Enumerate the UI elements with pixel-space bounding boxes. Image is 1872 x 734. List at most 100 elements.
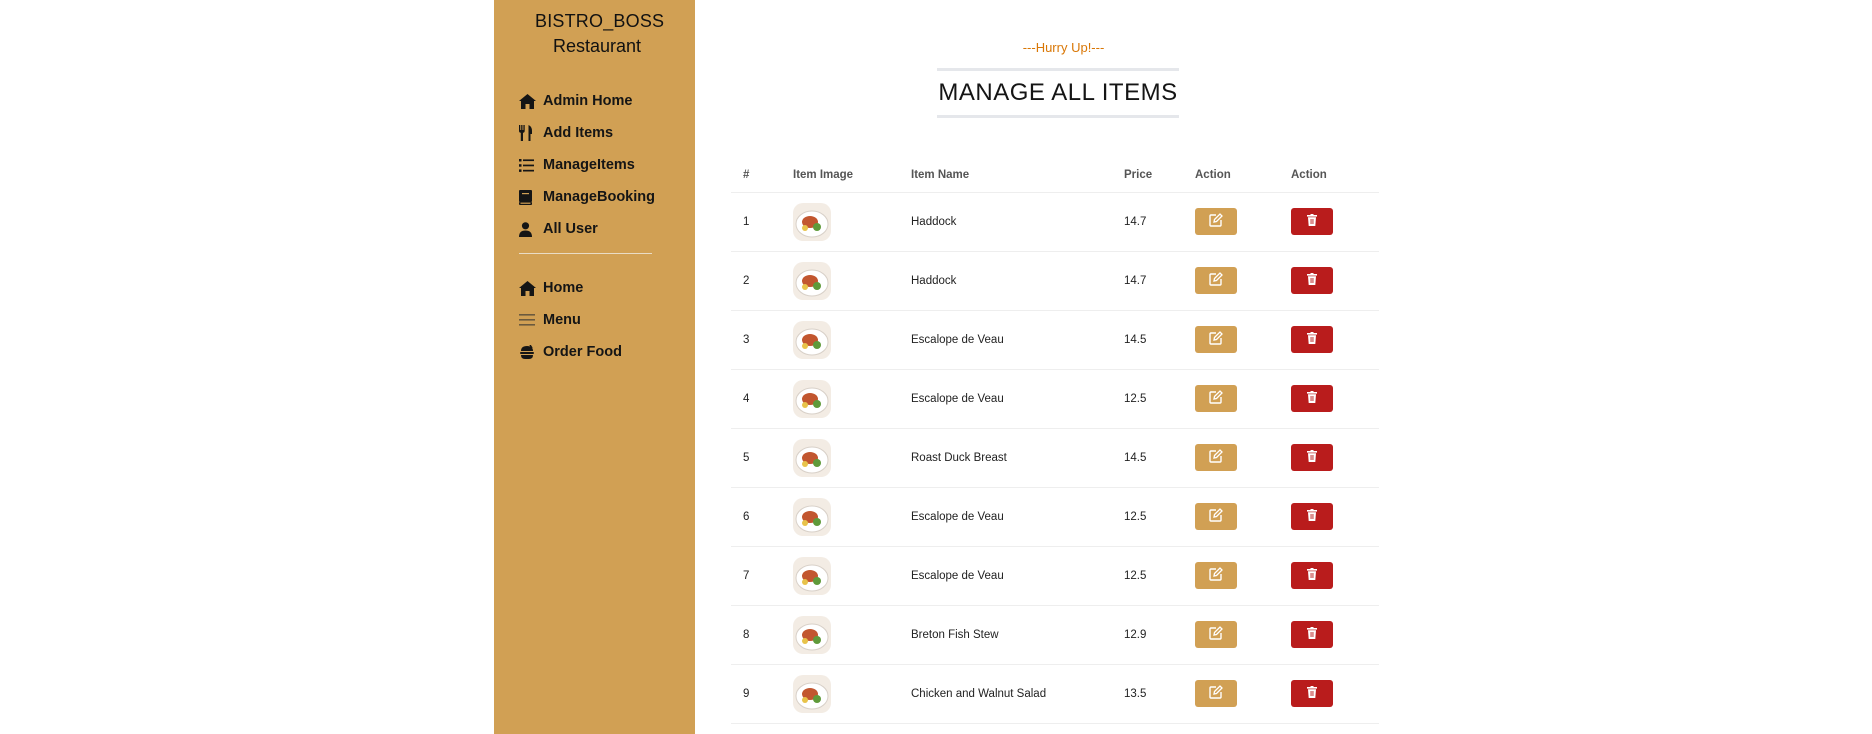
- delete-button[interactable]: [1291, 444, 1333, 471]
- item-thumbnail: [793, 556, 831, 595]
- table-row: 6 Escalope de Veau 12.5: [731, 487, 1379, 547]
- edit-button[interactable]: [1195, 326, 1237, 353]
- user-icon: [519, 221, 543, 237]
- delete-button[interactable]: [1291, 621, 1333, 648]
- edit-icon: [1209, 272, 1223, 289]
- sidebar-item-add-items[interactable]: Add Items: [519, 117, 689, 149]
- edit-cell: [1195, 605, 1291, 665]
- table-row: 4 Escalope de Veau 12.5: [731, 369, 1379, 429]
- sidebar-item-manage-booking[interactable]: ManageBooking: [519, 181, 689, 213]
- edit-button[interactable]: [1195, 680, 1237, 707]
- row-number: 9: [731, 664, 793, 724]
- delete-button[interactable]: [1291, 326, 1333, 353]
- column-header-number: #: [731, 158, 793, 193]
- delete-button[interactable]: [1291, 503, 1333, 530]
- sidebar-item-label: Add Items: [543, 125, 614, 141]
- delete-cell: [1291, 487, 1379, 547]
- delete-button[interactable]: [1291, 208, 1333, 235]
- row-number: 8: [731, 605, 793, 665]
- edit-cell: [1195, 192, 1291, 252]
- edit-button[interactable]: [1195, 444, 1237, 471]
- sidebar-item-label: Admin Home: [543, 93, 633, 109]
- trash-icon: [1307, 214, 1317, 229]
- edit-cell: [1195, 310, 1291, 370]
- row-number: 6: [731, 487, 793, 547]
- book-icon: [519, 189, 543, 205]
- trash-icon: [1307, 686, 1317, 701]
- item-image-cell: [793, 546, 911, 606]
- item-name: Escalope de Veau: [911, 546, 1124, 606]
- item-name: Roast Duck Breast: [911, 428, 1124, 488]
- utensils-icon: [519, 125, 543, 141]
- item-price: 14.7: [1124, 192, 1195, 252]
- item-name: Escalope de Veau: [911, 487, 1124, 547]
- item-thumbnail: [793, 379, 831, 418]
- edit-icon: [1209, 626, 1223, 643]
- item-price: 14.7: [1124, 251, 1195, 311]
- item-image-cell: [793, 310, 911, 370]
- item-name: Breton Fish Stew: [911, 605, 1124, 665]
- item-name: Haddock: [911, 251, 1124, 311]
- item-price: 12.5: [1124, 546, 1195, 606]
- delete-button[interactable]: [1291, 562, 1333, 589]
- delete-button[interactable]: [1291, 680, 1333, 707]
- edit-icon: [1209, 508, 1223, 525]
- item-name: Escalope de Veau: [911, 369, 1124, 429]
- page-title: MANAGE ALL ITEMS: [938, 79, 1178, 106]
- item-thumbnail: [793, 497, 831, 536]
- sidebar-item-manage-items[interactable]: ManageItems: [519, 149, 689, 181]
- column-header-action-edit: Action: [1195, 158, 1291, 193]
- item-thumbnail: [793, 261, 831, 300]
- edit-icon: [1209, 331, 1223, 348]
- sidebar-item-admin-home[interactable]: Admin Home: [519, 85, 689, 117]
- sidebar-item-all-user[interactable]: All User: [519, 213, 689, 245]
- item-image-cell: [793, 605, 911, 665]
- item-thumbnail: [793, 438, 831, 477]
- sidebar: BISTRO_BOSS Restaurant Admin Home Add It…: [494, 0, 695, 734]
- admin-nav: Admin Home Add Items ManageItems ManageB…: [519, 85, 689, 245]
- sidebar-item-order-food[interactable]: Order Food: [519, 336, 689, 368]
- table-row: 8 Breton Fish Stew 12.9: [731, 605, 1379, 665]
- delete-cell: [1291, 310, 1379, 370]
- edit-button[interactable]: [1195, 385, 1237, 412]
- edit-icon: [1209, 213, 1223, 230]
- trash-icon: [1307, 450, 1317, 465]
- delete-cell: [1291, 428, 1379, 488]
- item-image-cell: [793, 192, 911, 252]
- edit-button[interactable]: [1195, 208, 1237, 235]
- row-number: 4: [731, 369, 793, 429]
- trash-icon: [1307, 568, 1317, 583]
- edit-icon: [1209, 449, 1223, 466]
- row-number: 7: [731, 546, 793, 606]
- sidebar-item-menu[interactable]: Menu: [519, 304, 689, 336]
- item-thumbnail: [793, 674, 831, 713]
- delete-button[interactable]: [1291, 385, 1333, 412]
- sidebar-item-label: Menu: [543, 312, 581, 328]
- table-row: 5 Roast Duck Breast 14.5: [731, 428, 1379, 488]
- edit-button[interactable]: [1195, 267, 1237, 294]
- sidebar-item-label: ManageItems: [543, 157, 635, 173]
- item-price: 12.9: [1124, 605, 1195, 665]
- item-price: 13.5: [1124, 664, 1195, 724]
- menu-icon: [519, 314, 543, 326]
- delete-button[interactable]: [1291, 267, 1333, 294]
- item-image-cell: [793, 487, 911, 547]
- edit-button[interactable]: [1195, 503, 1237, 530]
- item-price: 12.5: [1124, 369, 1195, 429]
- item-name: Escalope de Veau: [911, 310, 1124, 370]
- item-name: Haddock: [911, 192, 1124, 252]
- sidebar-item-home[interactable]: Home: [519, 272, 689, 304]
- item-thumbnail: [793, 615, 831, 654]
- edit-button[interactable]: [1195, 621, 1237, 648]
- items-table: # Item Image Item Name Price Action Acti…: [731, 158, 1379, 724]
- table-row: 1 Haddock 14.7: [731, 192, 1379, 252]
- table-header-row: # Item Image Item Name Price Action Acti…: [731, 158, 1379, 193]
- trash-icon: [1307, 332, 1317, 347]
- item-name: Chicken and Walnut Salad: [911, 664, 1124, 724]
- column-header-price: Price: [1124, 158, 1195, 193]
- brand-logo[interactable]: BISTRO_BOSS Restaurant: [535, 11, 685, 57]
- edit-button[interactable]: [1195, 562, 1237, 589]
- list-icon: [519, 158, 543, 172]
- edit-cell: [1195, 251, 1291, 311]
- table-row: 7 Escalope de Veau 12.5: [731, 546, 1379, 606]
